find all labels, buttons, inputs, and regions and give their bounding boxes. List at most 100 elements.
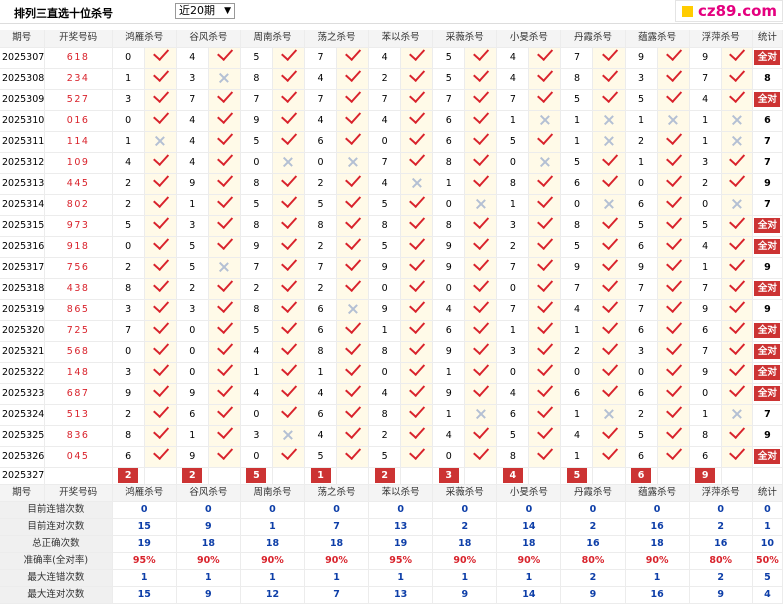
checkmark-icon — [281, 236, 298, 250]
winning-number-cell: 568 — [44, 341, 113, 363]
result-cell — [592, 425, 626, 447]
stat-value: 1 — [176, 569, 241, 587]
site-logo[interactable]: cz89.com — [675, 0, 783, 22]
table-row[interactable]: 2025310 016 0 4 9 4 4 6 1 1 1 1 6 — [0, 110, 783, 132]
checkmark-icon — [729, 89, 746, 103]
kill-number-cell: 3 — [112, 89, 145, 111]
kill-number-cell: 4 — [496, 68, 530, 90]
table-row[interactable]: 2025326 045 6 9 0 5 5 0 8 1 6 6 全对 — [0, 446, 783, 468]
kill-number-cell: 2 — [176, 278, 209, 300]
table-row[interactable]: 2025319 865 3 3 8 6 9 4 7 4 7 9 9 — [0, 299, 783, 321]
all-correct-badge: 全对 — [754, 91, 781, 107]
stat-value: 18 — [176, 535, 241, 553]
stat-value: 2 — [689, 518, 753, 536]
result-cell — [272, 278, 306, 300]
kill-number-cell: 4 — [368, 383, 402, 405]
table-row[interactable]: 2025317 756 2 5 7 7 9 9 7 9 9 1 9 — [0, 257, 783, 279]
result-cell — [208, 425, 241, 447]
table-row[interactable]: 2025316 918 0 5 9 2 5 9 2 5 6 4 全对 — [0, 236, 783, 258]
table-row[interactable]: 2025309 527 3 7 7 7 7 7 7 5 5 4 全对 — [0, 89, 783, 111]
all-correct-badge: 全对 — [754, 343, 781, 359]
table-row[interactable]: 2025308 234 1 3 8 4 2 5 4 8 3 7 8 — [0, 68, 783, 90]
stat-cell: 7 — [752, 194, 783, 216]
table-row[interactable]: 2025321 568 0 0 4 8 8 9 3 2 3 7 全对 — [0, 341, 783, 363]
checkmark-icon — [473, 446, 490, 460]
table-row[interactable]: 2025324 513 2 6 0 6 8 1 6 1 2 1 7 — [0, 404, 783, 426]
checkmark-icon — [601, 362, 618, 376]
kill-number-cell: 6 — [176, 404, 209, 426]
checkmark-icon — [345, 320, 362, 334]
kill-number-cell: 8 — [240, 215, 273, 237]
stat-value: 18 — [496, 535, 562, 553]
checkmark-icon — [216, 341, 233, 355]
kill-number-cell: 7 — [560, 47, 594, 69]
checkmark-icon — [601, 257, 618, 271]
checkmark-icon — [729, 320, 746, 334]
table-row[interactable]: 2025325 836 8 1 3 4 2 4 5 4 5 8 9 — [0, 425, 783, 447]
table-row[interactable]: 2025314 802 2 1 5 5 5 0 1 0 6 0 7 — [0, 194, 783, 216]
kill-number-cell: 2 — [112, 173, 145, 195]
result-cell — [592, 89, 626, 111]
period-select[interactable]: 近20期 ▼ — [175, 3, 235, 19]
checkmark-icon — [665, 173, 682, 187]
kill-number-cell: 8 — [112, 278, 145, 300]
table-row[interactable]: 2025318 438 8 2 2 2 0 0 0 7 7 7 全对 — [0, 278, 783, 300]
table-row[interactable]: 2025307 618 0 4 5 7 4 5 4 7 9 9 全对 — [0, 47, 783, 69]
result-cell — [464, 425, 498, 447]
result-cell — [272, 110, 306, 132]
table-row[interactable]: 2025322 148 3 0 1 1 0 1 0 0 0 9 全对 — [0, 362, 783, 384]
kill-number-cell: 4 — [304, 383, 338, 405]
current-kill-spacer — [592, 467, 626, 485]
kill-number-cell: 5 — [304, 194, 338, 216]
checkmark-icon — [665, 446, 682, 460]
kill-number-cell: 9 — [368, 257, 402, 279]
logo-square-icon — [682, 6, 693, 17]
kill-number-cell: 1 — [689, 257, 722, 279]
stat-value: 16 — [560, 535, 626, 553]
kill-number-cell: 1 — [112, 68, 145, 90]
checkmark-icon — [601, 152, 618, 166]
result-cell — [721, 173, 753, 195]
checkmark-icon — [216, 320, 233, 334]
checkmark-icon — [473, 131, 490, 145]
kill-number-cell: 0 — [496, 152, 530, 174]
kill-number-cell: 0 — [625, 362, 658, 384]
result-cell — [144, 152, 177, 174]
checkmark-icon — [537, 278, 554, 292]
stat-value: 2 — [432, 518, 498, 536]
table-row[interactable]: 2025323 687 9 9 4 4 4 9 4 6 6 0 全对 — [0, 383, 783, 405]
result-cell — [657, 215, 690, 237]
period-cell: 2025307 — [0, 47, 45, 69]
kill-number-cell: 4 — [368, 47, 402, 69]
header-expert-7: 小旻杀号 — [496, 30, 562, 48]
kill-number-cell: 9 — [368, 299, 402, 321]
result-cell — [657, 320, 690, 342]
table-row[interactable]: 2025311 114 1 4 5 6 0 6 5 1 2 1 7 — [0, 131, 783, 153]
result-cell — [336, 425, 370, 447]
kill-number-cell: 5 — [368, 446, 402, 468]
kill-number-cell: 7 — [496, 257, 530, 279]
kill-number-cell: 4 — [689, 89, 722, 111]
result-cell — [721, 320, 753, 342]
result-cell — [464, 299, 498, 321]
result-cell — [657, 110, 690, 132]
stat-value: 0 — [752, 501, 783, 519]
kill-number-cell: 9 — [240, 110, 273, 132]
checkmark-icon — [473, 425, 490, 439]
result-cell — [657, 425, 690, 447]
checkmark-icon — [665, 257, 682, 271]
kill-number-cell: 5 — [176, 236, 209, 258]
kill-number-cell: 7 — [112, 320, 145, 342]
checkmark-icon — [601, 320, 618, 334]
kill-number-cell: 4 — [368, 173, 402, 195]
table-row[interactable]: 2025315 973 5 3 8 8 8 8 3 8 5 5 全对 — [0, 215, 783, 237]
stat-value: 80% — [560, 552, 626, 570]
period-cell: 2025316 — [0, 236, 45, 258]
table-row[interactable]: 2025320 725 7 0 5 6 1 6 1 1 6 6 全对 — [0, 320, 783, 342]
stat-value: 16 — [625, 518, 690, 536]
result-cell — [528, 362, 562, 384]
result-cell — [592, 257, 626, 279]
table-row[interactable]: 2025313 445 2 9 8 2 4 1 8 6 0 2 9 — [0, 173, 783, 195]
current-kill-cell: 2 — [176, 467, 209, 485]
table-row[interactable]: 2025312 109 4 4 0 0 7 8 0 5 1 3 7 — [0, 152, 783, 174]
